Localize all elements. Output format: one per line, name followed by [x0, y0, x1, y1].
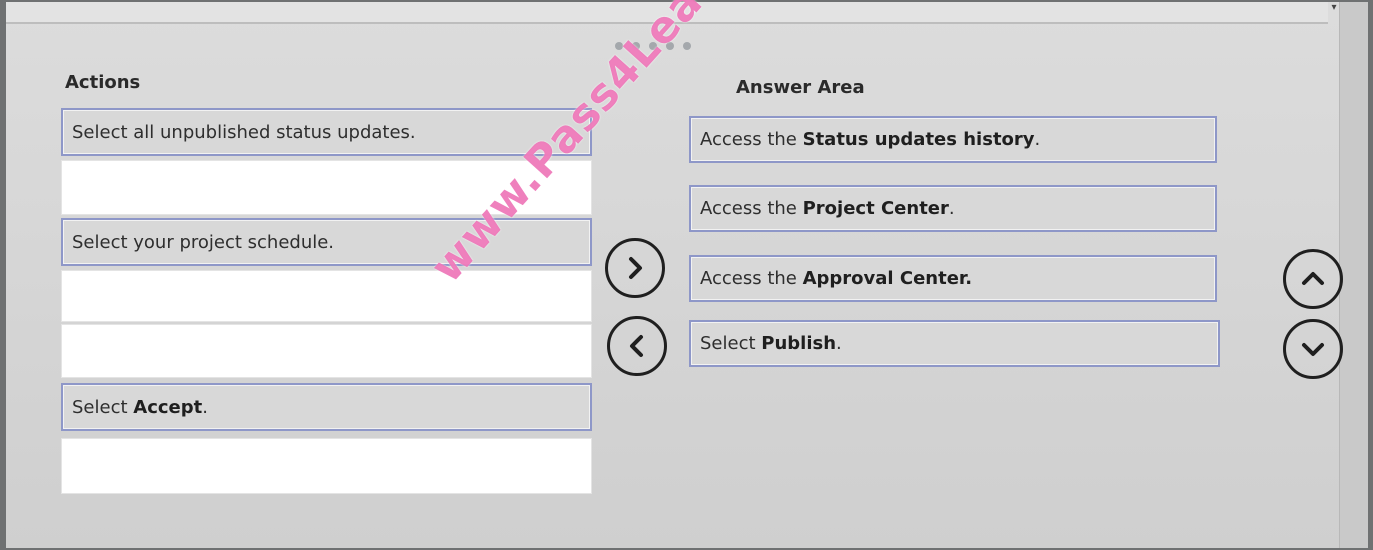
scrollbar-track[interactable] — [1339, 2, 1368, 548]
answer-item-text: Access the — [700, 268, 803, 289]
action-item-select-unpublished[interactable]: Select all unpublished status updates. — [61, 108, 592, 156]
exam-screen: ▾ Actions Select all unpublished status … — [6, 2, 1368, 548]
answer-item-text: Access the — [700, 198, 803, 219]
answer-item-bold: Project Center — [802, 198, 949, 219]
chevron-left-icon — [630, 335, 643, 357]
pager-dot[interactable] — [666, 42, 674, 50]
action-item-bold: Accept — [133, 396, 203, 418]
answer-item-tail: . — [948, 198, 955, 219]
answer-item-status-updates-history[interactable]: Access the Status updates history. — [689, 116, 1217, 163]
chevron-right-icon — [629, 257, 642, 279]
chevron-down-icon — [1302, 343, 1324, 356]
answer-item-tail: . — [836, 333, 842, 354]
empty-action-slot[interactable] — [61, 270, 592, 322]
action-item-select-accept[interactable]: Select Accept. — [61, 383, 592, 431]
answer-area-heading: Answer Area — [736, 77, 865, 98]
pager-dot[interactable] — [615, 42, 623, 50]
action-item-tail: . — [202, 396, 208, 418]
answer-item-bold: Status updates history — [802, 129, 1035, 150]
empty-action-slot[interactable] — [61, 324, 592, 378]
pager-dot[interactable] — [683, 42, 691, 50]
action-item-text: Select — [72, 396, 134, 418]
answer-item-text: Select — [700, 333, 762, 354]
empty-action-slot[interactable] — [61, 160, 592, 215]
answer-item-project-center[interactable]: Access the Project Center. — [689, 185, 1217, 232]
empty-action-slot[interactable] — [61, 438, 592, 494]
action-item-select-schedule[interactable]: Select your project schedule. — [61, 218, 592, 266]
answer-item-label: Access the Status updates history. — [700, 129, 1040, 150]
answer-item-label: Access the Approval Center. — [700, 268, 972, 289]
pager-dot[interactable] — [632, 42, 640, 50]
answer-item-label: Select Publish. — [700, 333, 842, 354]
answer-item-bold: Publish — [761, 333, 837, 354]
move-up-button[interactable] — [1283, 249, 1343, 309]
actions-heading: Actions — [65, 72, 141, 93]
move-right-button[interactable] — [605, 238, 665, 298]
answer-item-approval-center[interactable]: Access the Approval Center. — [689, 255, 1217, 302]
action-item-label: Select your project schedule. — [72, 231, 335, 253]
action-item-label: Select Accept. — [72, 397, 208, 418]
chevron-up-icon — [1302, 272, 1324, 285]
answer-item-bold: Approval Center. — [802, 268, 973, 289]
top-border — [6, 2, 1328, 24]
move-left-button[interactable] — [607, 316, 667, 376]
answer-item-label: Access the Project Center. — [700, 198, 955, 219]
pager-dots — [615, 42, 691, 50]
answer-item-select-publish[interactable]: Select Publish. — [689, 320, 1220, 367]
pager-dot[interactable] — [649, 42, 657, 50]
answer-item-tail: . — [1034, 129, 1041, 150]
answer-item-text: Access the — [700, 129, 803, 150]
move-down-button[interactable] — [1283, 319, 1343, 379]
action-item-label: Select all unpublished status updates. — [72, 121, 416, 143]
